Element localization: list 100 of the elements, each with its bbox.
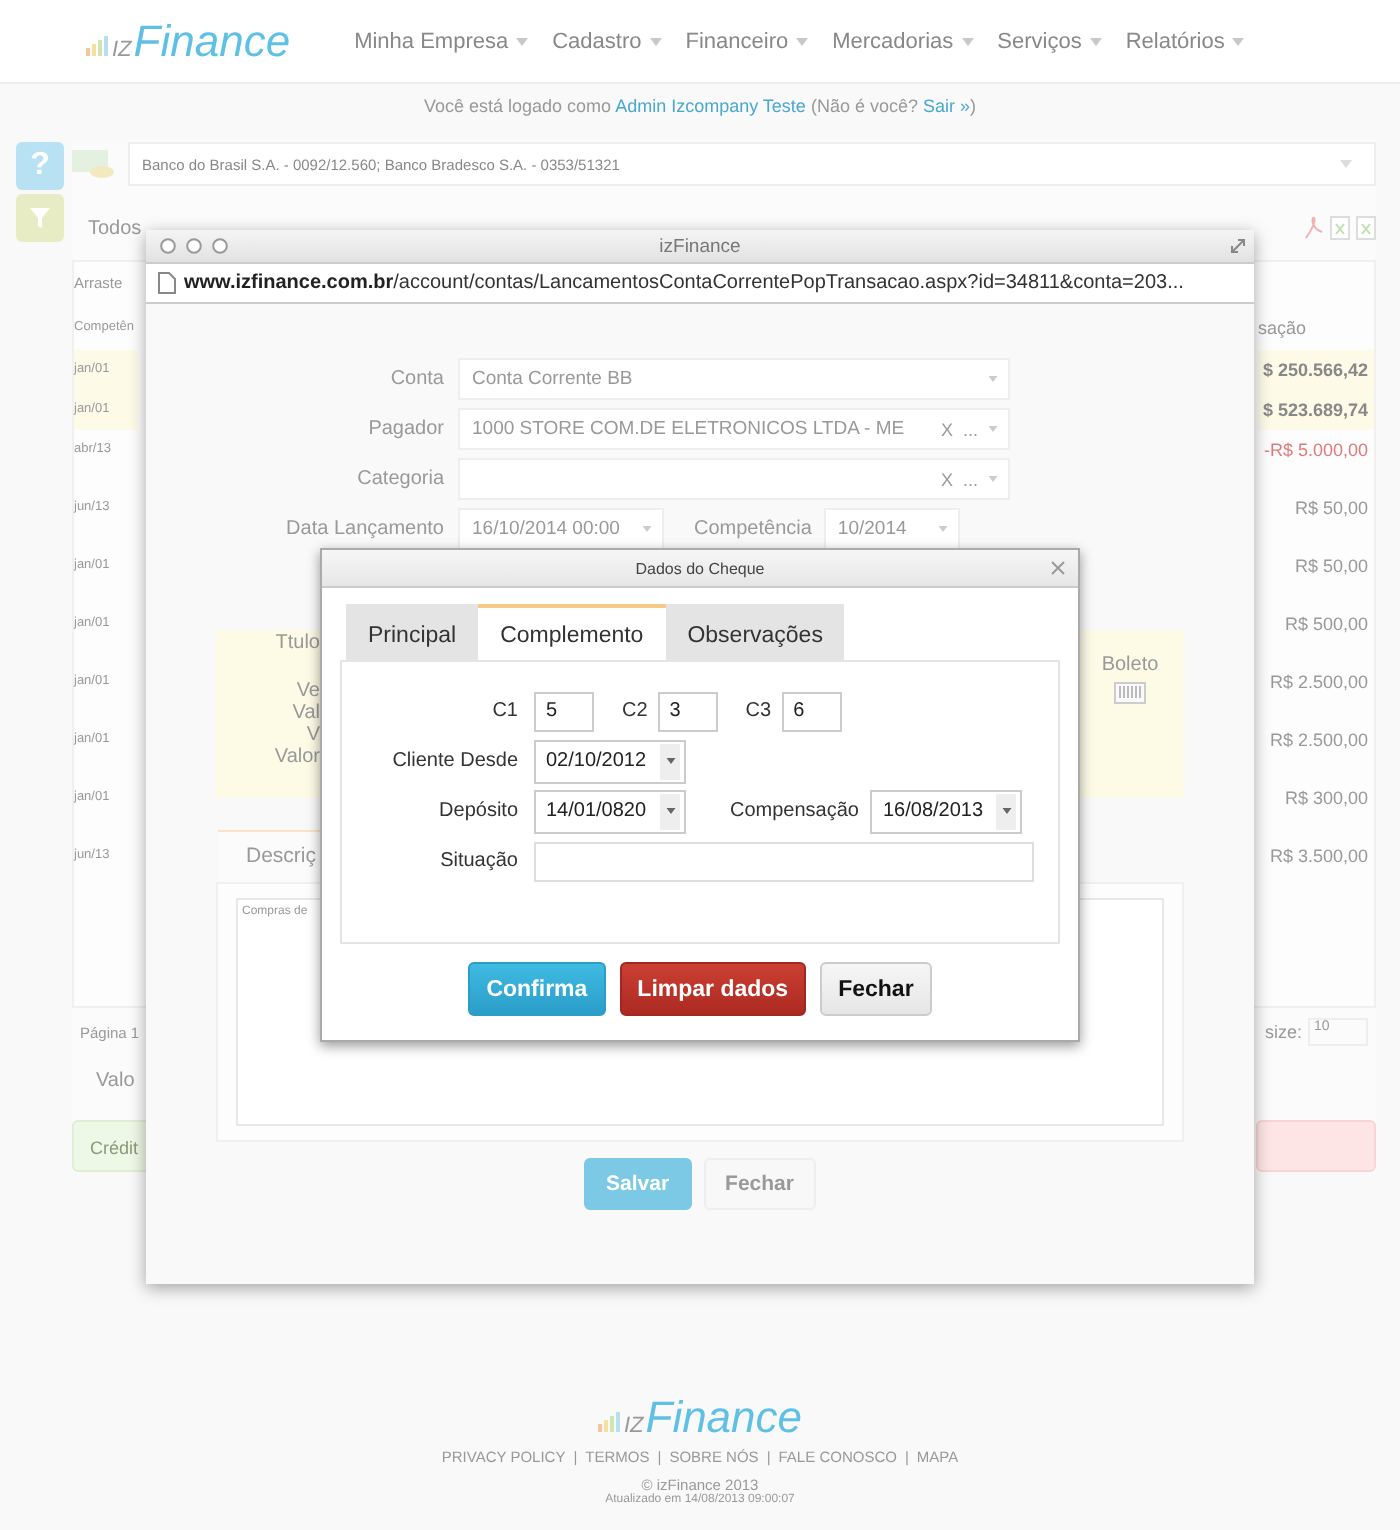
logo-bars-icon — [86, 35, 110, 55]
caret-icon — [988, 476, 998, 482]
date-field[interactable]: 16/08/2013 — [870, 789, 1023, 833]
logo-bars-icon — [597, 1412, 622, 1432]
credit-label: Crédit — [90, 1138, 139, 1158]
input-field[interactable]: 5 — [534, 691, 594, 731]
field-label: Cliente Desde — [390, 750, 518, 772]
field-label: Categoria — [355, 468, 444, 490]
close-icon[interactable] — [1050, 560, 1066, 576]
close-button[interactable]: Fechar — [703, 1158, 816, 1210]
caret-icon — [649, 37, 662, 45]
window-title: izFinance — [659, 235, 741, 257]
boleto-label: Boleto — [1101, 654, 1159, 676]
field-label: Pagador — [366, 418, 444, 440]
page-size-label: size: — [1264, 1022, 1302, 1042]
caret-icon — [1089, 37, 1102, 45]
field-label: Conta — [388, 368, 444, 390]
spreadsheet-icon[interactable] — [1356, 216, 1376, 240]
table-cell-text: R$ 3.500,00 — [1267, 844, 1370, 870]
input-field[interactable]: 3 — [657, 691, 718, 731]
table-cell: $ 250.566,42 — [1258, 350, 1374, 390]
nav-menu-item[interactable]: Mercadorias — [832, 29, 974, 53]
more-button[interactable]: ... — [962, 419, 978, 439]
filter-button[interactable] — [16, 194, 64, 242]
tab[interactable]: Principal — [346, 604, 479, 660]
input-field[interactable] — [534, 841, 1034, 881]
caret-icon — [642, 526, 652, 532]
period-field[interactable]: 10/2014 — [823, 508, 960, 550]
save-button[interactable]: Salvar — [584, 1158, 692, 1210]
table-cell-text: R$ 2.500,00 — [1267, 728, 1370, 754]
confirm-button[interactable]: Confirma — [468, 962, 606, 1016]
date-field[interactable]: 16/10/2014 00:00 — [458, 508, 664, 550]
period-filter[interactable]: Todos — [88, 217, 142, 239]
lookup-field[interactable]: 1000 STORE COM.DE ELETRONICOS LTDA - ME X ... — [458, 408, 1010, 450]
caret-icon — [1232, 37, 1245, 45]
field-label: Depósito — [437, 800, 518, 822]
tab[interactable]: Observações — [665, 604, 845, 660]
address-bar[interactable]: www.izfinance.com.br/account/contas/LancamentosContaCorrentePopTransacao.aspx?id=34811&conta=203... — [146, 264, 1254, 304]
table-cell-text: R$ 2.500,00 — [1267, 670, 1370, 696]
column-header: sação — [1258, 316, 1309, 342]
caret-icon — [665, 758, 675, 764]
total-label: Valo — [96, 1070, 135, 1092]
clear-button[interactable]: X — [940, 469, 953, 489]
date-field[interactable]: 02/10/2012 — [534, 739, 686, 783]
nav-menu-item[interactable]: Serviços — [997, 29, 1102, 53]
nav-menu-item[interactable]: Cadastro — [552, 29, 662, 53]
nav-menu-item[interactable]: Financeiro — [685, 29, 809, 53]
summary-label: V — [306, 724, 320, 746]
field-label: Situação — [438, 850, 518, 872]
table-cell-text: R$ 50,00 — [1292, 496, 1370, 522]
nav-menu-item[interactable]: Minha Empresa — [354, 29, 529, 53]
caret-icon — [665, 808, 675, 814]
field-label: Compensação — [730, 800, 859, 822]
summary-label: Val — [292, 702, 320, 724]
logo-mark: IZ — [623, 1414, 644, 1438]
date-field[interactable]: 14/01/0820 — [534, 789, 686, 833]
dialog-title: Dados do Cheque — [635, 559, 765, 577]
summary-label: Ttulo — [275, 632, 320, 654]
window-controls-icon[interactable] — [160, 238, 228, 254]
caret-icon — [796, 37, 809, 45]
more-button[interactable]: ... — [962, 469, 978, 489]
table-cell-text: R$ 300,00 — [1282, 786, 1370, 812]
select-field[interactable]: Conta Corrente BB — [458, 358, 1010, 400]
debit-bar — [1256, 1120, 1376, 1172]
spreadsheet-icon[interactable] — [1330, 216, 1350, 240]
caret-icon — [516, 37, 529, 45]
clear-button[interactable]: X — [940, 419, 953, 439]
caret-icon — [1001, 808, 1012, 814]
input-field[interactable]: 6 — [781, 691, 842, 731]
login-notice: Você está logado como Admin Izcompany Teste (Não é você? Sair ») — [421, 94, 978, 120]
caret-icon — [937, 526, 948, 532]
table-cell: $ 523.689,74 — [1258, 390, 1374, 430]
resize-icon[interactable] — [1230, 238, 1246, 254]
caret-icon — [988, 426, 998, 432]
caret-icon — [988, 376, 998, 382]
table-cell-text: -R$ 5.000,00 — [1261, 438, 1370, 464]
pdf-icon[interactable] — [1304, 216, 1324, 240]
logo-name: Finance — [645, 1392, 803, 1444]
table-cell-text: R$ 500,00 — [1282, 612, 1370, 638]
field-label: Data Lançamento — [284, 518, 444, 540]
logo-name: Finance — [133, 15, 291, 67]
field-label: Competência — [694, 518, 812, 540]
table-cell-text: R$ 50,00 — [1292, 554, 1370, 580]
bank-icon — [72, 148, 116, 180]
lookup-field[interactable]: X ... — [458, 458, 1010, 500]
barcode-icon[interactable] — [1114, 682, 1146, 704]
document-icon — [158, 272, 176, 294]
clear-button[interactable]: Limpar dados — [619, 962, 807, 1016]
caret-icon — [961, 37, 974, 45]
close-button[interactable]: Fechar — [820, 962, 932, 1016]
caret-icon — [1340, 160, 1352, 168]
field-label: C1 — [490, 700, 518, 722]
logout-link[interactable]: Sair » — [922, 96, 970, 116]
summary-label: Valor — [274, 746, 320, 768]
logo-mark: IZ — [112, 37, 132, 61]
filter-icon — [30, 208, 50, 228]
summary-label: Ve — [296, 680, 320, 702]
field-label: C3 — [745, 700, 772, 722]
user-link[interactable]: Admin Izcompany Teste — [615, 96, 806, 116]
nav-menu-item[interactable]: Relatórios — [1125, 29, 1245, 53]
